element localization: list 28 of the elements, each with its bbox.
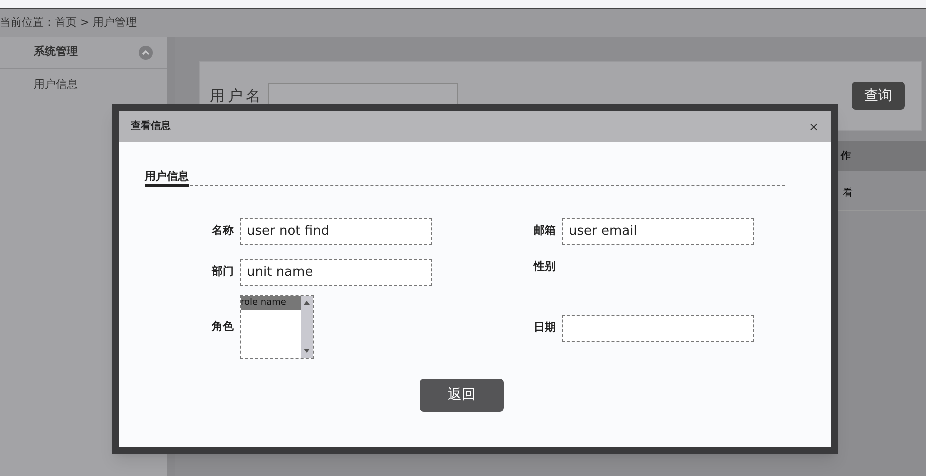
input-field[interactable]: user email <box>562 218 754 245</box>
search-label: 用户名 <box>210 86 264 107</box>
field-label: 角色 <box>212 318 234 335</box>
column-header: 作 <box>841 150 851 164</box>
field-label: 邮箱 <box>534 223 556 240</box>
table-cell[interactable]: 看 <box>843 186 853 201</box>
field-label: 部门 <box>212 264 234 280</box>
list-option[interactable]: role name <box>241 296 301 310</box>
breadcrumb: 当前位置：首页 > 用户管理 <box>0 14 138 31</box>
input-field[interactable]: unit name <box>240 259 432 286</box>
sidebar-header-label: 系统管理 <box>34 44 78 60</box>
dialog-title: 查看信息 <box>131 120 171 134</box>
role-listbox[interactable]: role name <box>240 295 314 359</box>
query-button[interactable]: 查询 <box>852 82 905 110</box>
field-label: 名称 <box>212 223 234 240</box>
scrollbar[interactable] <box>301 296 313 358</box>
field-label: 性别 <box>534 259 556 275</box>
back-button[interactable]: 返回 <box>420 379 504 412</box>
section-title: 用户信息 <box>145 170 189 187</box>
sidebar-header[interactable]: 系统管理 <box>0 37 167 69</box>
sidebar-item[interactable]: 用户信息 <box>34 76 78 94</box>
scroll-down-icon[interactable] <box>304 348 310 354</box>
input-field[interactable]: user not find <box>240 218 432 245</box>
scroll-up-icon[interactable] <box>304 300 310 306</box>
close-button[interactable]: × <box>808 118 819 136</box>
field-label: 日期 <box>534 320 556 336</box>
collapse-icon[interactable] <box>139 46 153 60</box>
input-field[interactable] <box>562 315 754 342</box>
